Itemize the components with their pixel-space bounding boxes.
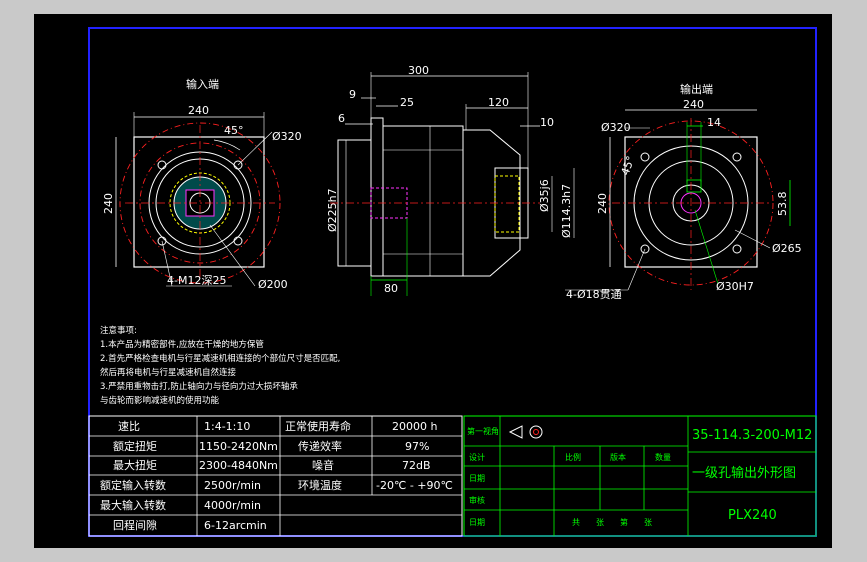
spec-key: 传递效率 [298,439,342,453]
output-view-label: 输出端 [680,82,713,96]
input-width-dim: 240 [188,104,209,117]
spec-value: 1150-2420Nm [199,440,278,453]
side-dim-114: Ø114.3h7 [560,184,573,238]
side-dim-80: 80 [384,282,398,295]
output-pilot-dim: Ø30H7 [716,280,754,293]
quantity-label: 数量 [655,452,671,462]
input-bore-dim: Ø200 [258,278,288,291]
spec-value: 1:4-1:10 [204,420,250,433]
input-tap-dim: 4-M12深25 [167,274,226,287]
spec-key: 速比 [118,420,140,433]
output-flange-dim: Ø265 [772,242,802,255]
output-pcd-dim: Ø320 [601,121,631,134]
note-line-4: 3.严禁用重物击打,防止轴向力与径向力过大损坏轴承 [100,381,298,392]
spec-value: 6-12arcmin [204,519,267,532]
spec-value: -20℃ - +90℃ [376,479,453,492]
date-label-2: 日期 [469,518,485,527]
side-dim-225: Ø225h7 [326,188,339,232]
review-label: 审核 [469,495,485,505]
spec-key: 额定输入转数 [100,478,166,492]
drawing-title: 一级孔输出外形图 [692,465,796,481]
cad-drawing-canvas: 输入端 240 45° Ø320 240 4-M12深25 Ø200 300 9… [34,14,832,548]
note-line-3: 然后再将电机与行星减速机自然连接 [100,367,237,378]
spec-value: 2300-4840Nm [199,459,278,472]
output-width-dim: 240 [683,98,704,111]
spec-key: 正常使用寿命 [285,419,351,433]
spec-key: 最大扭矩 [113,458,157,472]
side-dim-120: 120 [488,96,509,109]
input-angle-dim: 45° [224,124,244,137]
output-shaft-dim: 53.8 [776,192,789,217]
output-height-dim: 240 [596,193,609,214]
model-name: PLX240 [728,508,777,523]
spec-key: 最大输入转数 [100,498,166,512]
note-line-2: 2.首先严格检查电机与行星减速机相连接的个部位尺寸是否匹配, [100,353,340,364]
spec-value: 2500r/min [204,479,261,492]
spec-value: 4000r/min [204,499,261,512]
spec-key: 额定扭矩 [113,439,157,453]
side-dim-10: 10 [540,116,554,129]
spec-value: 72dB [402,459,431,472]
side-dim-9: 9 [349,88,356,101]
side-dim-25: 25 [400,96,414,109]
sheets-label: 共 张 第 张 [572,517,652,527]
scale-label: 比例 [565,452,581,462]
notes-title: 注意事项: [100,325,137,336]
drawing-number: 35-114.3-200-M12 [692,428,812,443]
output-key-dim: 14 [707,116,721,129]
side-dim-6: 6 [338,112,345,125]
spec-key: 环境温度 [298,478,342,492]
spec-value: 97% [405,440,429,453]
spec-value: 20000 h [392,420,437,433]
output-holes-dim: 4-Ø18贯通 [566,288,622,301]
date-label-1: 日期 [469,474,485,483]
side-dim-35: Ø35j6 [538,179,551,212]
design-label: 设计 [469,452,485,462]
input-pcd-dim: Ø320 [272,130,302,143]
version-label: 版本 [610,452,626,462]
note-line-5: 与齿轮而影响减速机的使用功能 [100,395,220,406]
spec-key: 回程间隙 [113,518,157,532]
side-total-dim: 300 [408,64,429,77]
projection-label: 第一视角 [467,426,499,436]
spec-key: 噪音 [312,458,334,472]
input-height-dim: 240 [102,193,115,214]
note-line-1: 1.本产品为精密部件,应放在干燥的地方保管 [100,339,264,350]
input-view-label: 输入端 [186,77,219,91]
